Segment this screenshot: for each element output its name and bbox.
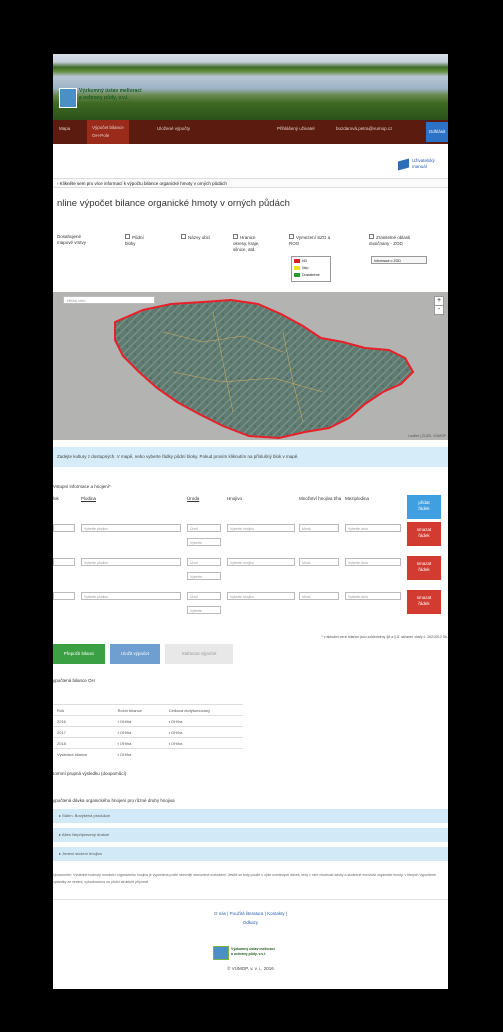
layers-label: Dosahujené mapové vrstvy xyxy=(57,234,87,245)
link-references[interactable]: Odkazy xyxy=(243,920,258,925)
yield-input[interactable]: Úrod xyxy=(187,592,221,600)
table-row: 2018 t OH/ha t OH/ha xyxy=(53,737,243,749)
footer-divider xyxy=(53,899,448,900)
col-header-crop[interactable]: Plodina xyxy=(81,496,96,502)
checkbox-icon xyxy=(289,234,294,239)
amount-input[interactable]: Množ. xyxy=(299,592,339,600)
delete-row-button[interactable]: smazat řádek xyxy=(407,556,441,580)
crop-select[interactable]: Vyberte plodinu xyxy=(81,524,181,532)
accordion-item-3[interactable]: ▸ Jedení složení hnojiva xyxy=(53,847,448,861)
yield-select[interactable]: Vyberte xyxy=(187,606,221,614)
accordion-item-1[interactable]: ▸ Stáhn. Bovýšená produkce xyxy=(53,809,448,823)
checkbox-icon xyxy=(125,234,130,239)
vumop-logo[interactable] xyxy=(59,88,77,108)
fertilizer-select[interactable]: Vyberte hnojivo xyxy=(227,558,295,566)
amount-input[interactable]: Množ. xyxy=(299,558,339,566)
map-instructions: Zadejte kultury z dostupných. V mapě, ne… xyxy=(53,447,448,467)
crop-select[interactable]: Vyberte plodinu xyxy=(81,558,181,566)
col-header-lok: lok xyxy=(53,496,59,501)
map-view[interactable]: Hledej obec + - Leaflet | ČÚZK, VÚMOP xyxy=(53,292,448,440)
table-row: 2016 t OH/ha t OH/ha xyxy=(53,715,243,727)
nav-item-saved[interactable]: Uložené výpočty xyxy=(157,126,190,131)
page: Výzkumný ústav meliorací a ochrany půdy, … xyxy=(53,54,448,989)
country-border xyxy=(114,298,415,440)
save-button[interactable]: Uložit výpočet xyxy=(110,644,160,664)
amount-input[interactable]: Množ. xyxy=(299,524,339,532)
lok-input[interactable] xyxy=(53,592,75,600)
logout-button[interactable]: Odhlásit xyxy=(426,122,448,142)
compute-button[interactable]: Přepočti bilanci xyxy=(53,644,105,664)
fertilizer-select[interactable]: Vyberte hnojivo xyxy=(227,524,295,532)
add-row-button[interactable]: přidat řádek xyxy=(407,495,441,519)
lok-input[interactable] xyxy=(53,558,75,566)
section-title: Vstupní informace a hnojení* xyxy=(53,484,111,489)
col-header-amount: Množství hnojiva t/ha xyxy=(299,496,342,501)
layer-toggle-blocks[interactable]: Půdní bloky xyxy=(125,234,144,247)
catch-crop-select[interactable]: Vyberte druh xyxy=(345,558,401,566)
footer-logo-text: Výzkumný ústav meliorací a ochrany půdy, … xyxy=(231,947,275,956)
map-attribution[interactable]: Leaflet | ČÚZK, VÚMOP xyxy=(408,434,446,438)
zoom-out-button[interactable]: - xyxy=(434,305,444,315)
nav-item-compute[interactable]: Výpočet bilance OH-Pole xyxy=(87,120,129,144)
table-row: Výsledná bilance t OH/ha xyxy=(53,748,243,759)
dose-title: ypočtená dávka organického hnojení pro r… xyxy=(53,798,175,803)
layer-toggle-towns[interactable]: Názvy obcí xyxy=(181,234,210,241)
crop-select[interactable]: Vyberte plodinu xyxy=(81,592,181,600)
footer-links: O nás | Použitá literatura | Kontakty | … xyxy=(213,911,288,925)
info-banner[interactable]: › Klikněte sem pro více informací k výpo… xyxy=(53,178,448,188)
nav-user-email: bozdarová.petra@vumop.cz xyxy=(336,126,393,131)
page-title: nline výpočet bilance organické hmoty v … xyxy=(57,198,290,209)
logo-text: Výzkumný ústav meliorací a ochrany půdy, … xyxy=(79,88,142,101)
link-contacts[interactable]: Kontakty xyxy=(267,911,285,916)
table-row: 2017 t OH/ha t OH/ha xyxy=(53,726,243,738)
link-literature[interactable]: Použitá literatura xyxy=(230,911,264,916)
fertilizer-select[interactable]: Vyberte hnojivo xyxy=(227,592,295,600)
yield-select[interactable]: Vyberte xyxy=(187,538,221,546)
checkbox-icon xyxy=(181,234,186,239)
footer-logo xyxy=(213,946,229,960)
layer-toggle-szo[interactable]: Vymezení SZO a ROO xyxy=(289,234,330,247)
link-about[interactable]: O nás xyxy=(214,911,226,916)
yield-select[interactable]: Vyberte xyxy=(187,572,221,580)
catch-crop-select[interactable]: Vyberte druh xyxy=(345,592,401,600)
czech-map xyxy=(114,298,415,440)
delete-row-button[interactable]: smazat řádek xyxy=(407,522,441,546)
layer-toggle-borders[interactable]: Hranice okresy, kraje, silnice, atd. xyxy=(233,234,259,253)
manual-link[interactable]: Uživatelský manuál xyxy=(398,158,448,171)
result-table: Rok Roční bilance Celková zbdýtumovaný 201… xyxy=(53,704,243,759)
result-title: ypočtená bilance OH xyxy=(53,678,95,683)
layer-toggle-zod[interactable]: Zranitelné oblasti dusičnany - ZOD xyxy=(369,234,410,247)
warning-note: Upozornění: Výsledné hodnoty množství or… xyxy=(53,873,436,884)
accordion-item-2[interactable]: ▸ Alten Nepřipravený drašné xyxy=(53,828,448,842)
col-header-fert: Hnojivo xyxy=(227,496,243,501)
header-banner: Výzkumný ústav meliorací a ochrany půdy, … xyxy=(53,54,448,120)
col-header-catch: Meziplodina xyxy=(345,496,370,501)
map-search-input[interactable]: Hledej obec xyxy=(63,296,155,304)
copyright: © VÚMOP, v. v. i., 2016 xyxy=(227,966,274,971)
nav-user-label: Přihlášený uživatel xyxy=(277,126,315,131)
delete-row-button[interactable]: smazat řádek xyxy=(407,590,441,614)
input-row: Vyberte plodinu Úrod Vyberte Vyberte hnojiv… xyxy=(53,592,448,624)
lok-input[interactable] xyxy=(53,524,75,532)
yield-input[interactable]: Úrod xyxy=(187,524,221,532)
checkbox-icon xyxy=(233,234,238,239)
download-button[interactable]: Stáhnout výpočet xyxy=(165,644,233,664)
szo-legend: ND Nep Dostatečné xyxy=(291,256,331,282)
checkbox-icon xyxy=(369,234,374,239)
footnote: * v aktuální verzi bilance jsou zohledně… xyxy=(321,635,448,639)
main-nav: Mapa Výpočet bilance OH-Pole Uložené výpo… xyxy=(53,120,448,144)
input-row: Vyberte plodinu Úrod Vyberte Vyberte hnojiv… xyxy=(53,524,448,556)
report-link[interactable]: Iormní prupná výsledku (doupomůcí) xyxy=(53,771,126,776)
yield-input[interactable]: Úrod xyxy=(187,558,221,566)
zod-info-button[interactable]: Informace o ZOD xyxy=(371,256,427,264)
book-icon xyxy=(398,158,409,171)
input-row: Vyberte plodinu Úrod Vyberte Vyberte hnojiv… xyxy=(53,558,448,590)
col-header-yield[interactable]: Úroda xyxy=(187,496,199,502)
nav-item-map[interactable]: Mapa xyxy=(59,126,70,131)
catch-crop-select[interactable]: Vyberte druh xyxy=(345,524,401,532)
